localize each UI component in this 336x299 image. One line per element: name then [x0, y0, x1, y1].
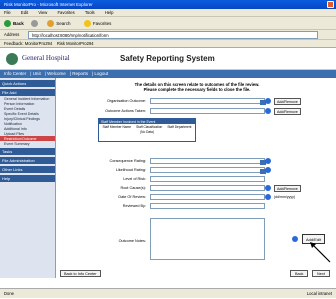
- annotation-arrow-icon: [310, 242, 331, 263]
